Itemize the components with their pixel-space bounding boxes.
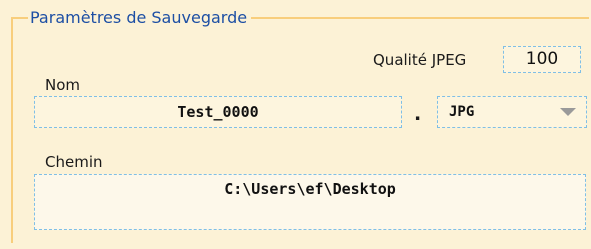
extension-selected-value: JPG (449, 104, 475, 120)
name-label: Nom (45, 76, 81, 94)
extension-separator: . (414, 103, 422, 125)
path-label: Chemin (45, 153, 103, 171)
name-input[interactable]: Test_0000 (34, 96, 402, 128)
quality-label: Qualité JPEG (373, 51, 467, 69)
quality-input[interactable]: 100 (503, 46, 581, 73)
extension-select[interactable]: JPG (437, 96, 587, 128)
group-title: Paramètres de Sauvegarde (28, 8, 252, 27)
chevron-down-icon[interactable] (560, 108, 576, 116)
path-input[interactable]: C:\Users\ef\Desktop (34, 174, 586, 230)
